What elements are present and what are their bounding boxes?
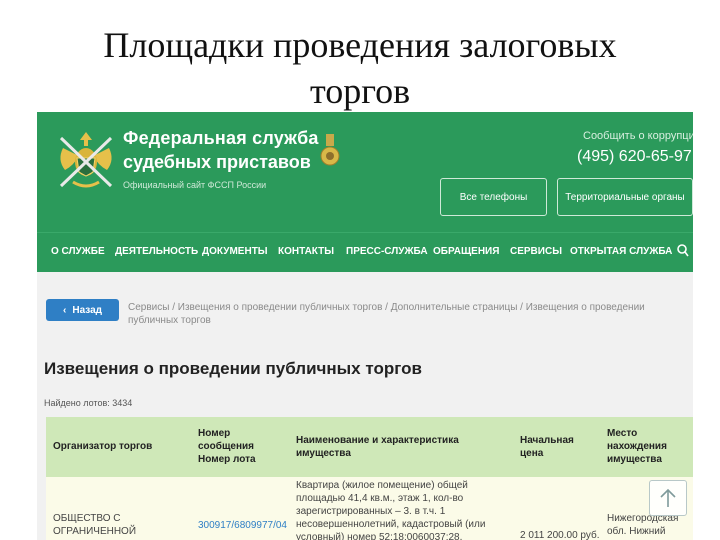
slide-title: Площадки проведения залоговых торгов bbox=[0, 22, 720, 114]
col-number: Номер сообщения Номер лота bbox=[198, 428, 256, 465]
page-content: ‹ Назад Сервисы / Извещения о проведении… bbox=[37, 272, 693, 540]
medal-icon bbox=[320, 134, 340, 166]
search-icon[interactable] bbox=[677, 244, 689, 258]
col-organizer: Организатор торгов bbox=[53, 441, 153, 452]
all-phones-button[interactable]: Все телефоны bbox=[440, 178, 547, 216]
nav-item-about[interactable]: О СЛУЖБЕ bbox=[51, 246, 105, 257]
fssp-emblem-icon[interactable] bbox=[55, 126, 117, 192]
breadcrumb[interactable]: Сервисы / Извещения о проведении публичн… bbox=[128, 301, 678, 327]
slide-title-line2: торгов bbox=[309, 71, 411, 111]
arrow-up-icon bbox=[660, 488, 676, 507]
cell-price: 2 011 200.00 руб. bbox=[520, 530, 600, 540]
website-screenshot: Федеральная служба судебных приставов Оф… bbox=[37, 112, 693, 540]
slide-title-line1: Площадки проведения залоговых bbox=[103, 25, 617, 65]
nav-item-open-service[interactable]: ОТКРЫТАЯ СЛУЖБА bbox=[570, 246, 672, 257]
nav-item-contacts[interactable]: КОНТАКТЫ bbox=[278, 246, 334, 257]
hotline-phone[interactable]: (495) 620-65-97 bbox=[577, 148, 692, 166]
col-location: Место нахождения имущества bbox=[607, 428, 667, 465]
cell-number-link[interactable]: 300917/6809977/04 bbox=[198, 519, 296, 532]
back-button-label: Назад bbox=[72, 304, 102, 316]
results-count: Найдено лотов: 3434 bbox=[44, 398, 133, 408]
scroll-to-top-button[interactable] bbox=[649, 480, 687, 516]
nav-item-press[interactable]: ПРЕСС-СЛУЖБА bbox=[346, 246, 428, 257]
page-title: Извещения о проведении публичных торгов bbox=[44, 359, 422, 378]
nav-item-services[interactable]: СЕРВИСЫ bbox=[510, 246, 562, 257]
territorial-bodies-button[interactable]: Территориальные органы bbox=[557, 178, 693, 216]
org-name-line1: Федеральная служба bbox=[123, 128, 319, 148]
table-row[interactable]: ОБЩЕСТВО С ОГРАНИЧЕННОЙ 300917/6809977/0… bbox=[46, 477, 693, 540]
back-button[interactable]: ‹ Назад bbox=[46, 299, 119, 321]
col-price: Начальная цена bbox=[520, 435, 574, 459]
nav-item-documents[interactable]: ДОКУМЕНТЫ bbox=[202, 246, 268, 257]
cell-organizer: ОБЩЕСТВО С ОГРАНИЧЕННОЙ bbox=[53, 513, 137, 537]
table-header: Организатор торгов Номер сообщения Номер… bbox=[46, 417, 693, 477]
org-name-line2: судебных приставов bbox=[123, 152, 311, 172]
chevron-left-icon: ‹ bbox=[63, 304, 67, 316]
site-header: Федеральная служба судебных приставов Оф… bbox=[37, 112, 693, 232]
corruption-report-link[interactable]: Сообщить о коррупции bbox=[583, 130, 693, 142]
nav-item-activity[interactable]: ДЕЯТЕЛЬНОСТЬ bbox=[115, 246, 198, 257]
org-subtitle: Официальный сайт ФССП России bbox=[123, 180, 267, 190]
col-description: Наименование и характеристика имущества bbox=[296, 435, 459, 459]
nav-item-appeals[interactable]: ОБРАЩЕНИЯ bbox=[433, 246, 499, 257]
main-nav: О СЛУЖБЕ ДЕЯТЕЛЬНОСТЬ ДОКУМЕНТЫ КОНТАКТЫ… bbox=[37, 232, 693, 273]
cell-description: Квартира (жилое помещение) общей площадь… bbox=[296, 480, 486, 540]
